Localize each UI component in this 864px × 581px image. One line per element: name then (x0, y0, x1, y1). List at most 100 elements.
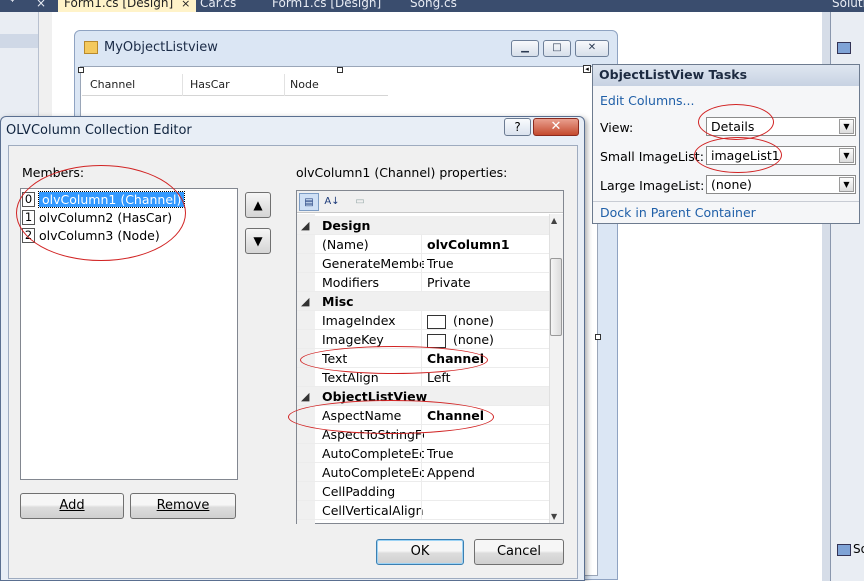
property-value[interactable]: Append (427, 465, 475, 480)
ok-button[interactable]: OK (376, 539, 464, 565)
property-row[interactable]: GenerateMembe True (297, 254, 549, 273)
annotation-oval (288, 400, 494, 434)
property-value[interactable]: True (427, 446, 454, 461)
large-imagelist-label: Large ImageList: (600, 178, 705, 193)
property-row[interactable]: AutoCompleteEd Append (297, 463, 549, 482)
property-value[interactable]: (none) (427, 313, 494, 329)
property-row[interactable]: ImageIndex (none) (297, 311, 549, 330)
add-button[interactable]: Add (20, 493, 124, 519)
dock-in-parent-link[interactable]: Dock in Parent Container (600, 205, 756, 220)
toolbox-row[interactable] (0, 34, 38, 48)
column-divider[interactable] (421, 311, 422, 330)
property-value-text: Append (427, 465, 475, 480)
property-category[interactable]: ◢ Misc (297, 292, 549, 311)
chevron-down-icon[interactable]: ▼ (839, 119, 854, 134)
column-divider[interactable] (421, 254, 422, 273)
tab-song-cs[interactable]: Song.cs (404, 0, 463, 12)
divider (593, 201, 859, 202)
close-icon[interactable]: × (181, 0, 190, 10)
tab-label: Form1.cs [Design] (64, 0, 174, 10)
form-title: MyObjectListview (104, 40, 218, 55)
chevron-down-icon[interactable]: ▼ (839, 148, 854, 163)
tab-form1-design-2[interactable]: Form1.cs [Design] (266, 0, 387, 12)
properties-icon (837, 544, 851, 556)
property-name: Modifiers (322, 275, 380, 290)
property-name: (Name) (322, 237, 369, 252)
property-value-text: (none) (453, 332, 494, 347)
property-value[interactable]: True (427, 256, 454, 271)
collapse-icon[interactable]: ◢ (301, 219, 309, 232)
minimize-button[interactable]: ▁ (511, 40, 539, 57)
left-tab-close[interactable]: × (30, 0, 52, 12)
tasks-title: ObjectListView Tasks (599, 67, 748, 82)
scroll-down-icon[interactable]: ▼ (551, 512, 557, 521)
scrollbar-thumb[interactable] (550, 258, 562, 336)
column-header-channel[interactable]: Channel (90, 78, 135, 91)
property-value-text: (none) (453, 313, 494, 328)
column-divider[interactable] (284, 74, 285, 96)
property-name: AutoCompleteEd (322, 446, 424, 461)
chevron-down-icon[interactable]: ▼ (839, 177, 854, 192)
property-name: ImageKey (322, 332, 384, 347)
solution-explorer-tab[interactable]: Soluti (826, 0, 864, 12)
large-imagelist-value: (none) (711, 177, 752, 192)
dialog-title: OLVColumn Collection Editor (6, 123, 192, 138)
property-row[interactable]: Modifiers Private (297, 273, 549, 292)
property-category[interactable]: ◢ Design (297, 216, 549, 235)
collapse-icon[interactable]: ◢ (301, 390, 309, 403)
tab-car-cs[interactable]: Car.cs (194, 0, 242, 12)
column-divider[interactable] (421, 463, 422, 482)
remove-button[interactable]: Remove (130, 493, 236, 519)
property-name: CellVerticalAlignn (322, 503, 424, 518)
property-value[interactable]: (none) (427, 332, 494, 348)
image-swatch (427, 333, 446, 348)
property-value[interactable]: olvColumn1 (427, 237, 510, 252)
alphabetical-icon[interactable]: A↓ (322, 193, 342, 211)
property-row[interactable]: CellPadding (297, 482, 549, 501)
property-value-text: True (427, 446, 454, 461)
property-value-text: Private (427, 275, 471, 290)
column-header-hascar[interactable]: HasCar (190, 78, 230, 91)
property-row[interactable]: (Name) olvColumn1 (297, 235, 549, 254)
scroll-up-icon[interactable]: ▲ (551, 216, 557, 225)
cancel-button[interactable]: Cancel (474, 539, 564, 565)
form-icon (84, 41, 98, 54)
property-name: AutoCompleteEd (322, 465, 424, 480)
form-close-button[interactable]: ✕ (575, 40, 609, 57)
property-name: CellPadding (322, 484, 396, 499)
resize-handle[interactable] (337, 67, 343, 73)
solution-bottom-label[interactable]: So (853, 542, 864, 556)
column-divider[interactable] (421, 235, 422, 254)
column-divider[interactable] (421, 501, 422, 520)
edit-columns-link[interactable]: Edit Columns... (600, 93, 694, 108)
properties-label: olvColumn1 (Channel) properties: (296, 165, 508, 180)
resize-handle[interactable] (78, 67, 84, 73)
smart-tag-glyph[interactable]: ◂ (583, 65, 591, 73)
column-header-node[interactable]: Node (290, 78, 319, 91)
maximize-button[interactable]: □ (543, 40, 571, 57)
categorized-icon[interactable]: ▤ (299, 193, 319, 211)
help-button[interactable]: ? (504, 118, 531, 136)
tab-form1-design[interactable]: Form1.cs [Design] × (58, 0, 197, 12)
add-label: Add (59, 498, 85, 513)
property-value[interactable]: Private (427, 275, 471, 290)
column-divider[interactable] (182, 74, 183, 96)
category-name: Misc (322, 294, 354, 309)
left-tab-pin[interactable]: ᐩ (4, 0, 21, 12)
annotation-oval (698, 104, 774, 140)
view-label: View: (600, 120, 634, 135)
collapse-icon[interactable]: ◢ (301, 295, 309, 308)
annotation-oval (300, 346, 488, 374)
annotation-oval (16, 165, 186, 261)
property-row[interactable]: AutoCompleteEd True (297, 444, 549, 463)
column-divider[interactable] (421, 273, 422, 292)
large-imagelist-combo[interactable]: (none) ▼ (706, 175, 856, 194)
move-down-button[interactable]: ▼ (245, 228, 271, 254)
dialog-close-button[interactable]: ✕ (533, 118, 579, 136)
column-divider[interactable] (421, 482, 422, 501)
resize-handle[interactable] (595, 334, 601, 340)
property-row[interactable]: CellVerticalAlignn (297, 501, 549, 520)
move-up-button[interactable]: ▲ (245, 192, 271, 218)
property-pages-icon: ▭ (355, 196, 365, 207)
column-divider[interactable] (421, 444, 422, 463)
